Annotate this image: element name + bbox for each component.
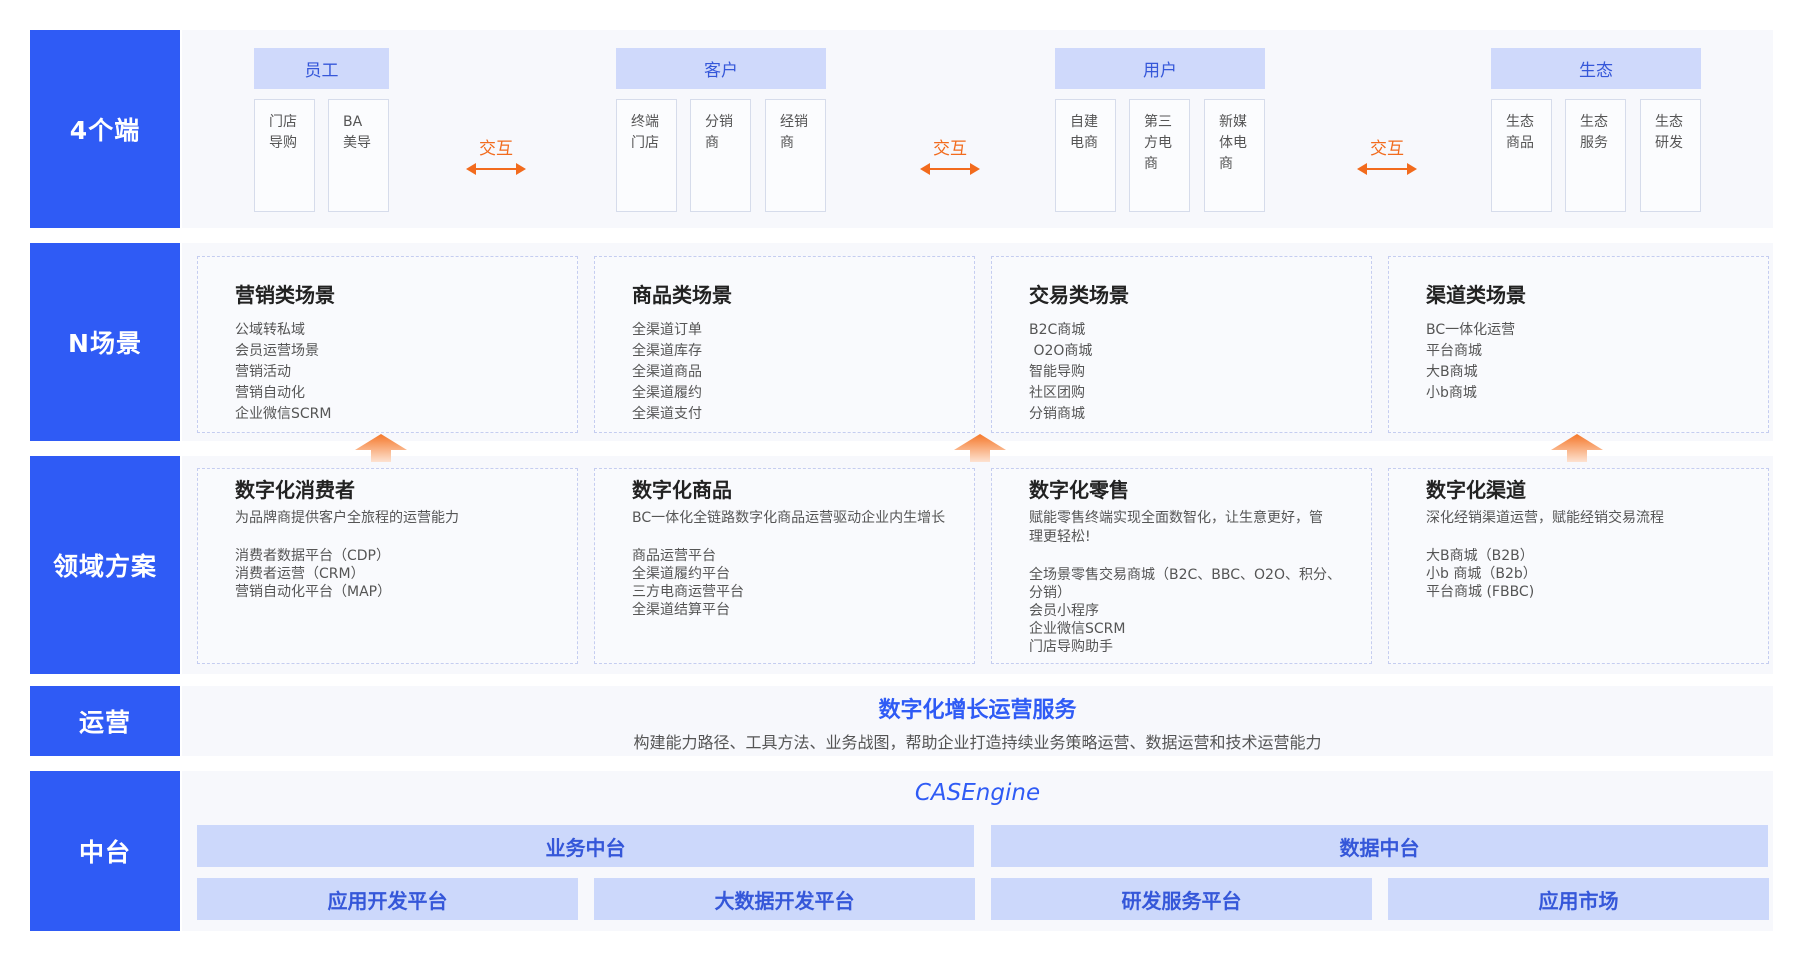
solution-item: 营销自动化平台（MAP） [235,584,392,600]
endpoint-group-user-header: 用户 [1055,48,1265,89]
scenario-title: 交易类场景 [1029,283,1129,307]
row-label-endpoints: 4个端 [30,30,180,228]
solution-subtitle: 为品牌商提供客户全旅程的运营能力 [235,510,459,526]
double-arrow-icon [466,163,526,175]
scenario-item: O2O商城 [1029,343,1093,359]
solution-title: 数字化零售 [1029,478,1129,502]
endpoint-item: 生态 商品 [1491,99,1552,212]
solution-card-consumer: 数字化消费者 为品牌商提供客户全旅程的运营能力 消费者数据平台（CDP） 消费者… [197,468,578,664]
solution-item: 商品运营平台 [632,548,716,564]
solution-item: 门店导购助手 [1029,639,1113,655]
solution-card-product: 数字化商品 BC一体化全链路数字化商品运营驱动企业内生增长 商品运营平台 全渠道… [594,468,975,664]
double-arrow-icon [1357,163,1417,175]
interaction-label: 交互 [933,139,967,159]
scenario-item: 全渠道订单 [632,322,702,338]
endpoint-item: 经销 商 [765,99,826,212]
solution-card-retail: 数字化零售 赋能零售终端实现全面数智化，让生意更好，管 理更轻松! 全场景零售交… [991,468,1372,664]
interaction-label: 交互 [479,139,513,159]
solution-subtitle: BC一体化全链路数字化商品运营驱动企业内生增长 [632,510,946,526]
scenario-item: 全渠道履约 [632,385,702,401]
scenario-card-trade: 交易类场景 B2C商城 O2O商城 智能导购 社区团购 分销商城 [991,256,1372,433]
solution-item: 三方电商运营平台 [632,584,744,600]
solution-subtitle: 赋能零售终端实现全面数智化，让生意更好，管 理更轻松! [1029,510,1323,545]
scenario-item: 小b商城 [1426,385,1477,401]
endpoint-group-customer-header: 客户 [616,48,826,89]
endpoint-item: 分销 商 [690,99,751,212]
scenario-item: 智能导购 [1029,364,1085,380]
solution-item: 会员小程序 [1029,603,1099,619]
platform-module: 大数据开发平台 [594,878,975,920]
endpoint-item: 自建 电商 [1055,99,1116,212]
scenario-item: 公域转私域 [235,322,305,338]
scenario-title: 营销类场景 [235,283,335,307]
solution-item: 大B商城（B2B） [1426,548,1534,564]
scenario-item: 全渠道商品 [632,364,702,380]
endpoint-group-ecosystem-header: 生态 [1491,48,1701,89]
solution-item: 全渠道结算平台 [632,602,730,618]
double-arrow-icon [920,163,980,175]
solution-item: 企业微信SCRM [1029,621,1126,637]
operations-title: 数字化增长运营服务 [878,698,1077,723]
scenario-title: 商品类场景 [632,283,732,307]
scenario-card-marketing: 营销类场景 公域转私域 会员运营场景 营销活动 营销自动化 企业微信SCRM [197,256,578,433]
solution-title: 数字化消费者 [235,478,355,502]
scenario-item: 分销商城 [1029,406,1085,422]
up-arrow-icon [355,434,407,462]
endpoint-item: 生态 研发 [1640,99,1701,212]
solution-card-channel: 数字化渠道 深化经销渠道运营，赋能经销交易流程 大B商城（B2B） 小b 商城（… [1388,468,1769,664]
solution-subtitle: 深化经销渠道运营，赋能经销交易流程 [1426,510,1664,526]
endpoint-item: 门店 导购 [254,99,315,212]
scenario-item: B2C商城 [1029,322,1086,338]
up-arrow-icon [1551,434,1603,462]
data-middle-platform: 数据中台 [991,825,1768,867]
interaction-label: 交互 [1370,139,1404,159]
endpoint-item: 新媒 体电 商 [1204,99,1265,212]
solution-title: 数字化商品 [632,478,732,502]
scenario-item: 营销活动 [235,364,291,380]
scenario-item: 社区团购 [1029,385,1085,401]
business-middle-platform: 业务中台 [197,825,974,867]
endpoint-item: 终端 门店 [616,99,677,212]
scenario-item: 平台商城 [1426,343,1482,359]
endpoint-item: BA 美导 [328,99,389,212]
solution-item: 小b 商城（B2b） [1426,566,1537,582]
row-label-solutions: 领域方案 [30,456,180,674]
engine-title: CASEngine [914,780,1041,806]
solution-item: 全渠道履约平台 [632,566,730,582]
platform-module: 应用市场 [1388,878,1769,920]
solution-item: 平台商城 (FBBC) [1426,584,1535,600]
solution-item: 分销） [1029,585,1071,601]
endpoint-item: 生态 服务 [1565,99,1626,212]
scenario-card-product: 商品类场景 全渠道订单 全渠道库存 全渠道商品 全渠道履约 全渠道支付 [594,256,975,433]
solution-item: 消费者数据平台（CDP） [235,548,390,564]
row-label-scenarios: N场景 [30,243,180,441]
scenario-item: 会员运营场景 [235,343,319,359]
endpoint-item: 第三 方电 商 [1129,99,1190,212]
row-label-platform: 中台 [30,771,180,931]
scenario-item: 全渠道支付 [632,406,702,422]
solution-title: 数字化渠道 [1426,478,1526,502]
solution-item: 消费者运营（CRM） [235,566,365,582]
up-arrow-icon [954,434,1006,462]
scenario-item: BC一体化运营 [1426,322,1516,338]
endpoint-group-employee-header: 员工 [254,48,389,89]
scenario-item: 营销自动化 [235,385,305,401]
scenario-item: 大B商城 [1426,364,1478,380]
platform-module: 研发服务平台 [991,878,1372,920]
row-label-operations: 运营 [30,686,180,756]
scenario-card-channel: 渠道类场景 BC一体化运营 平台商城 大B商城 小b商城 [1388,256,1769,433]
operations-subtitle: 构建能力路径、工具方法、业务战图，帮助企业打造持续业务策略运营、数据运营和技术运… [633,733,1322,752]
scenario-item: 企业微信SCRM [235,406,332,422]
scenario-item: 全渠道库存 [632,343,702,359]
solution-item: 全场景零售交易商城（B2C、BBC、O2O、积分、 [1029,567,1341,583]
platform-module: 应用开发平台 [197,878,578,920]
scenario-title: 渠道类场景 [1426,283,1526,307]
